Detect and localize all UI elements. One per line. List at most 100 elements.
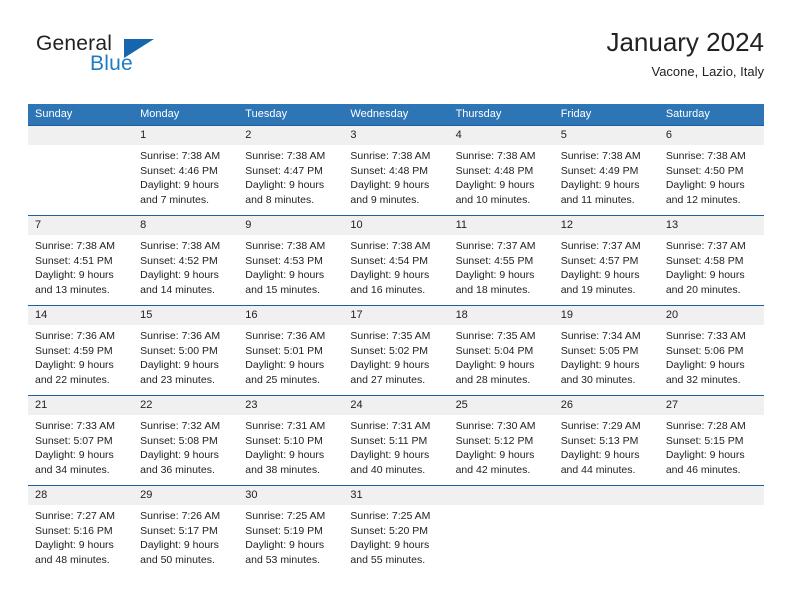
sunset-text: Sunset: 4:51 PM (35, 254, 113, 267)
day-cell[interactable]: Sunrise: 7:28 AM Sunset: 5:15 PM Dayligh… (659, 415, 764, 485)
sunrise-text: Sunrise: 7:37 AM (665, 240, 746, 252)
day-cell[interactable]: Sunrise: 7:31 AM Sunset: 5:11 PM Dayligh… (343, 415, 448, 485)
daylight-text-line2: and 22 minutes. (35, 373, 110, 386)
day-number: 5 (560, 129, 567, 141)
sunset-text: Sunset: 5:08 PM (140, 434, 218, 447)
day-cell[interactable]: Sunrise: 7:36 AM Sunset: 4:59 PM Dayligh… (28, 325, 133, 395)
weekday-header-row: Sunday Monday Tuesday Wednesday Thursday… (28, 104, 764, 125)
brand-logo[interactable]: General Blue (28, 32, 248, 88)
day-number: 20 (665, 309, 679, 321)
week-body: Sunrise: 7:36 AM Sunset: 4:59 PM Dayligh… (28, 325, 764, 395)
daylight-text-line2: and 28 minutes. (455, 373, 531, 386)
day-number (554, 486, 659, 505)
day-cell[interactable]: Sunrise: 7:31 AM Sunset: 5:10 PM Dayligh… (238, 415, 343, 485)
sunrise-text: Sunrise: 7:38 AM (35, 240, 115, 252)
sunset-text: Sunset: 4:52 PM (140, 254, 218, 267)
day-cell[interactable]: Sunrise: 7:38 AM Sunset: 4:46 PM Dayligh… (133, 145, 238, 215)
sunset-text: Sunset: 5:16 PM (35, 524, 113, 537)
day-number: 25 (455, 399, 468, 411)
sunrise-text: Sunrise: 7:33 AM (35, 420, 115, 432)
day-number: 19 (560, 309, 573, 321)
daylight-text-line1: Daylight: 9 hours (455, 269, 535, 282)
day-cell[interactable]: Sunrise: 7:37 AM Sunset: 4:55 PM Dayligh… (449, 235, 554, 305)
day-cell[interactable]: Sunrise: 7:25 AM Sunset: 5:20 PM Dayligh… (343, 505, 448, 575)
day-number: 21 (35, 399, 48, 411)
day-cell[interactable] (554, 505, 659, 575)
week-row: 21 22 23 24 25 26 27 Sunrise: 7:33 AM Su… (28, 395, 764, 485)
day-cell[interactable]: Sunrise: 7:26 AM Sunset: 5:17 PM Dayligh… (133, 505, 238, 575)
day-cell[interactable]: Sunrise: 7:35 AM Sunset: 5:02 PM Dayligh… (343, 325, 448, 395)
daylight-text-line1: Daylight: 9 hours (350, 539, 430, 552)
sunset-text: Sunset: 4:59 PM (35, 344, 113, 357)
daylight-text-line1: Daylight: 9 hours (245, 449, 325, 462)
day-cell[interactable]: Sunrise: 7:37 AM Sunset: 4:57 PM Dayligh… (554, 235, 659, 305)
daylight-text-line1: Daylight: 9 hours (35, 449, 114, 462)
daylight-text-line2: and 27 minutes. (350, 373, 426, 386)
day-cell[interactable]: Sunrise: 7:35 AM Sunset: 5:04 PM Dayligh… (449, 325, 554, 395)
calendar-page: General Blue January 2024 Vacone, Lazio,… (0, 0, 792, 612)
day-number: 11 (455, 219, 467, 231)
day-cell[interactable]: Sunrise: 7:33 AM Sunset: 5:06 PM Dayligh… (659, 325, 764, 395)
daylight-text-line2: and 12 minutes. (665, 193, 741, 206)
day-cell[interactable]: Sunrise: 7:38 AM Sunset: 4:48 PM Dayligh… (343, 145, 448, 215)
day-cell[interactable]: Sunrise: 7:38 AM Sunset: 4:49 PM Dayligh… (554, 145, 659, 215)
day-cell[interactable]: Sunrise: 7:25 AM Sunset: 5:19 PM Dayligh… (238, 505, 343, 575)
brand-name-blue: Blue (90, 52, 133, 75)
daylight-text-line2: and 15 minutes. (245, 283, 320, 296)
day-number: 27 (665, 399, 679, 411)
day-number: 8 (140, 219, 147, 231)
day-number: 26 (560, 399, 573, 411)
daylight-text-line1: Daylight: 9 hours (140, 359, 219, 372)
daylight-text-line2: and 10 minutes. (455, 193, 531, 206)
week-body: Sunrise: 7:27 AM Sunset: 5:16 PM Dayligh… (28, 505, 764, 575)
daylight-text-line2: and 9 minutes. (350, 193, 420, 206)
day-cell[interactable] (28, 145, 133, 215)
day-cell[interactable]: Sunrise: 7:36 AM Sunset: 5:01 PM Dayligh… (238, 325, 343, 395)
daylight-text-line1: Daylight: 9 hours (245, 359, 325, 372)
week-daynumber-band: 1 2 3 4 5 6 (28, 126, 764, 145)
daylight-text-line1: Daylight: 9 hours (35, 539, 114, 552)
day-number: 29 (140, 489, 153, 501)
day-number: 7 (35, 219, 42, 231)
day-cell[interactable]: Sunrise: 7:27 AM Sunset: 5:16 PM Dayligh… (28, 505, 133, 575)
day-number: 14 (35, 309, 48, 321)
day-cell[interactable]: Sunrise: 7:29 AM Sunset: 5:13 PM Dayligh… (554, 415, 659, 485)
daylight-text-line2: and 42 minutes. (455, 463, 531, 476)
weekday-header-thursday: Thursday (455, 108, 502, 120)
day-cell[interactable] (659, 505, 764, 575)
daylight-text-line2: and 48 minutes. (35, 553, 110, 566)
day-number (659, 486, 764, 505)
day-number: 18 (455, 309, 468, 321)
sunset-text: Sunset: 4:46 PM (140, 164, 218, 177)
day-number (449, 486, 554, 505)
day-number: 24 (350, 399, 363, 411)
sunset-text: Sunset: 5:06 PM (665, 344, 744, 357)
sunset-text: Sunset: 5:02 PM (350, 344, 429, 357)
day-cell[interactable]: Sunrise: 7:38 AM Sunset: 4:54 PM Dayligh… (343, 235, 448, 305)
sunset-text: Sunset: 4:47 PM (245, 164, 323, 177)
day-cell[interactable]: Sunrise: 7:34 AM Sunset: 5:05 PM Dayligh… (554, 325, 659, 395)
day-cell[interactable]: Sunrise: 7:37 AM Sunset: 4:58 PM Dayligh… (659, 235, 764, 305)
day-cell[interactable]: Sunrise: 7:32 AM Sunset: 5:08 PM Dayligh… (133, 415, 238, 485)
day-cell[interactable]: Sunrise: 7:33 AM Sunset: 5:07 PM Dayligh… (28, 415, 133, 485)
day-cell[interactable]: Sunrise: 7:30 AM Sunset: 5:12 PM Dayligh… (449, 415, 554, 485)
sunset-text: Sunset: 5:00 PM (140, 344, 218, 357)
daylight-text-line1: Daylight: 9 hours (665, 269, 745, 282)
sunrise-text: Sunrise: 7:27 AM (35, 510, 115, 522)
day-cell[interactable]: Sunrise: 7:38 AM Sunset: 4:48 PM Dayligh… (449, 145, 554, 215)
sunset-text: Sunset: 4:58 PM (665, 254, 744, 267)
day-cell[interactable]: Sunrise: 7:38 AM Sunset: 4:52 PM Dayligh… (133, 235, 238, 305)
sunset-text: Sunset: 5:15 PM (665, 434, 744, 447)
day-cell[interactable]: Sunrise: 7:38 AM Sunset: 4:47 PM Dayligh… (238, 145, 343, 215)
day-cell[interactable] (449, 505, 554, 575)
day-cell[interactable]: Sunrise: 7:36 AM Sunset: 5:00 PM Dayligh… (133, 325, 238, 395)
daylight-text-line2: and 44 minutes. (560, 463, 636, 476)
location-subtitle: Vacone, Lazio, Italy (651, 64, 765, 79)
day-cell[interactable]: Sunrise: 7:38 AM Sunset: 4:53 PM Dayligh… (238, 235, 343, 305)
day-cell[interactable]: Sunrise: 7:38 AM Sunset: 4:51 PM Dayligh… (28, 235, 133, 305)
sunrise-text: Sunrise: 7:38 AM (140, 240, 221, 252)
sunrise-text: Sunrise: 7:35 AM (455, 330, 536, 342)
day-cell[interactable]: Sunrise: 7:38 AM Sunset: 4:50 PM Dayligh… (659, 145, 764, 215)
sunset-text: Sunset: 4:54 PM (350, 254, 429, 267)
sunrise-text: Sunrise: 7:36 AM (140, 330, 221, 342)
